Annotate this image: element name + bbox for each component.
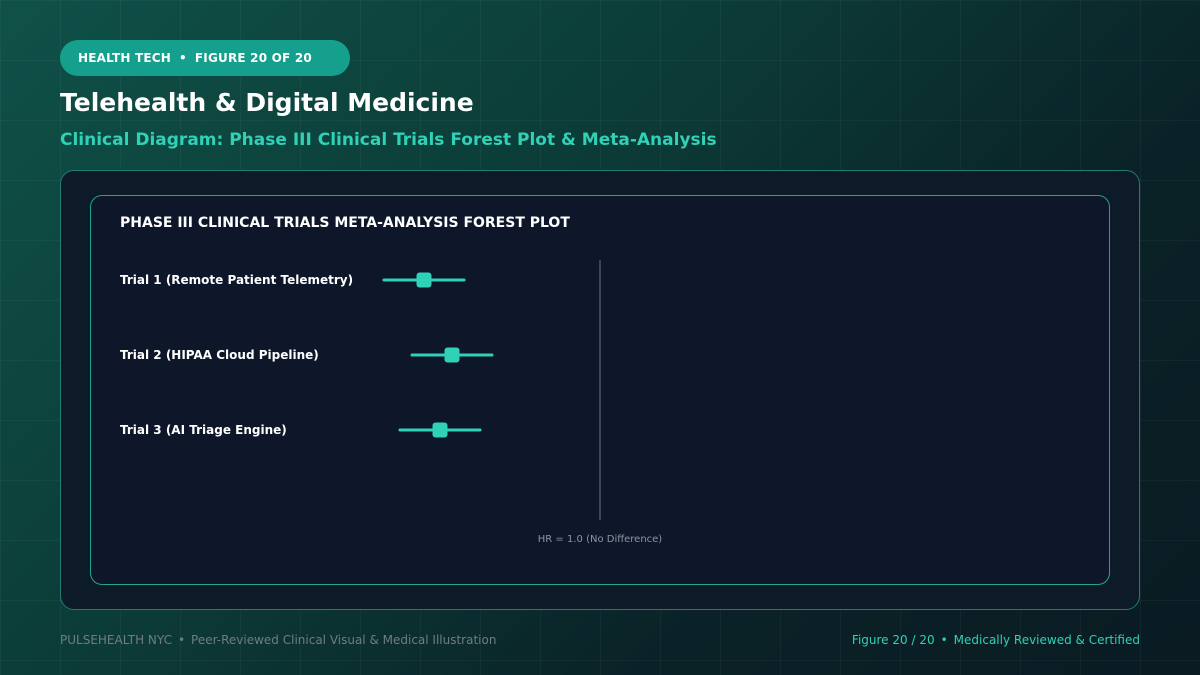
footer-brand: PULSEHEALTH NYC xyxy=(60,633,172,647)
footer-figure-info: Figure 20 / 20 • Medically Reviewed & Cert… xyxy=(852,633,1140,647)
footer-certification: Medically Reviewed & Certified xyxy=(953,633,1140,647)
point-estimate-marker xyxy=(444,347,460,363)
footer-separator: • xyxy=(940,633,948,647)
footer-tagline: Peer-Reviewed Clinical Visual & Medical … xyxy=(191,633,497,647)
point-estimate-marker xyxy=(416,272,432,288)
forest-plot xyxy=(382,260,601,520)
footer-credit: PULSEHEALTH NYC • Peer-Reviewed Clinical V… xyxy=(60,633,496,647)
footer-separator: • xyxy=(177,633,186,647)
reference-line-label: HR = 1.0 (No Difference) xyxy=(537,534,663,545)
footer-figure: Figure 20 / 20 xyxy=(851,633,935,647)
point-estimate-marker xyxy=(432,422,448,438)
